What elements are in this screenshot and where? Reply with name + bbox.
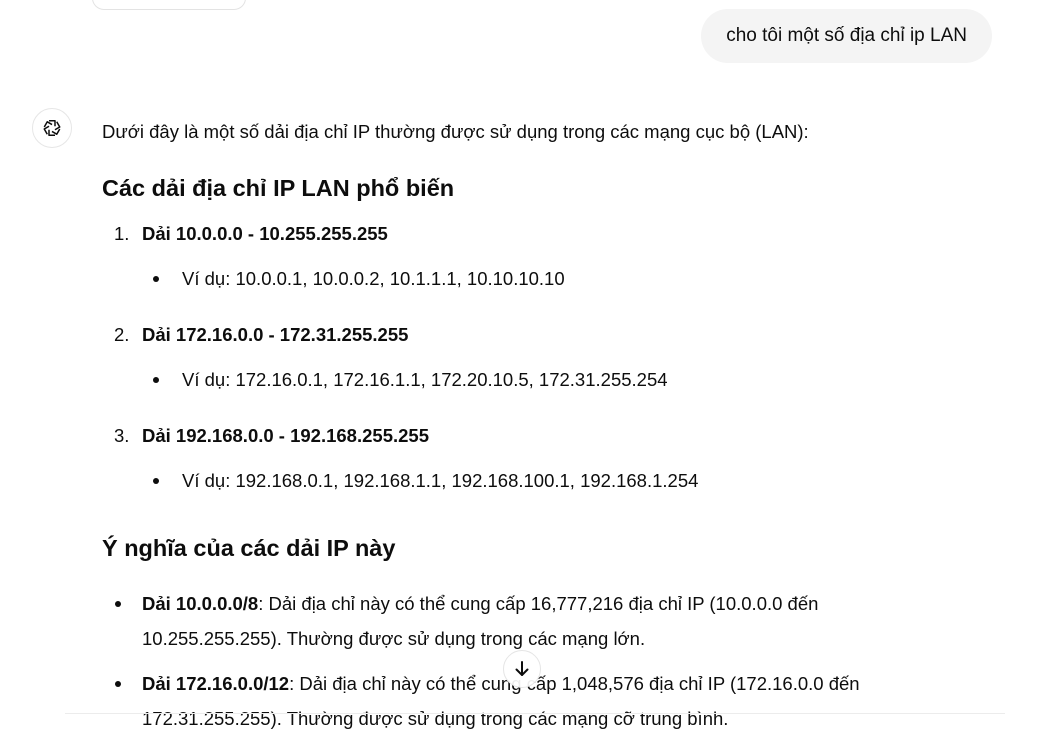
section-heading-common-ranges: Các dải địa chỉ IP LAN phổ biến — [102, 175, 455, 201]
range-title: Dải 10.0.0.0 - 10.255.255.255 — [142, 223, 388, 244]
range-example: Ví dụ: 192.168.0.1, 192.168.1.1, 192.168… — [142, 467, 1002, 495]
list-item: Dải 172.16.0.0/12: Dải địa chỉ này có th… — [102, 666, 902, 736]
bullet-icon — [153, 276, 159, 282]
example-text: Ví dụ: 172.16.0.1, 172.16.1.1, 172.20.10… — [182, 369, 668, 390]
bullet-icon — [115, 681, 121, 687]
range-example: Ví dụ: 10.0.0.1, 10.0.0.2, 10.1.1.1, 10.… — [142, 265, 1002, 293]
arrow-down-icon — [515, 661, 529, 676]
list-number: 2. — [114, 324, 130, 345]
range-example: Ví dụ: 172.16.0.1, 172.16.1.1, 172.20.10… — [142, 366, 1002, 394]
ip-range-list: 1. Dải 10.0.0.0 - 10.255.255.255 Ví dụ: … — [102, 220, 1002, 495]
bullet-icon — [153, 478, 159, 484]
range-title: Dải 192.168.0.0 - 192.168.255.255 — [142, 425, 429, 446]
list-number: 3. — [114, 425, 130, 446]
list-item: 3. Dải 192.168.0.0 - 192.168.255.255 Ví … — [102, 422, 1002, 495]
divider — [65, 713, 1005, 714]
section-heading-meaning: Ý nghĩa của các dải IP này — [102, 535, 396, 561]
meaning-label: Dải 10.0.0.0/8 — [142, 593, 259, 614]
intro-paragraph: Dưới đây là một số dải địa chỉ IP thường… — [102, 121, 809, 142]
assistant-message: Dưới đây là một số dải địa chỉ IP thường… — [102, 118, 1002, 746]
bullet-icon — [115, 601, 121, 607]
openai-logo-icon — [43, 120, 61, 136]
list-item: Dải 10.0.0.0/8: Dải địa chỉ này có thể c… — [102, 586, 902, 656]
example-text: Ví dụ: 192.168.0.1, 192.168.1.1, 192.168… — [182, 470, 699, 491]
previous-message-card — [92, 0, 246, 10]
list-item: 2. Dải 172.16.0.0 - 172.31.255.255 Ví dụ… — [102, 321, 1002, 394]
assistant-avatar — [32, 108, 72, 148]
bullet-icon — [153, 377, 159, 383]
example-text: Ví dụ: 10.0.0.1, 10.0.0.2, 10.1.1.1, 10.… — [182, 268, 565, 289]
range-title: Dải 172.16.0.0 - 172.31.255.255 — [142, 324, 409, 345]
list-number: 1. — [114, 223, 130, 244]
user-message-text: cho tôi một số địa chỉ ip LAN — [726, 25, 967, 46]
scroll-to-bottom-button[interactable] — [503, 650, 541, 688]
meaning-label: Dải 172.16.0.0/12 — [142, 673, 290, 694]
list-item: 1. Dải 10.0.0.0 - 10.255.255.255 Ví dụ: … — [102, 220, 1002, 293]
user-message-bubble: cho tôi một số địa chỉ ip LAN — [701, 9, 992, 63]
